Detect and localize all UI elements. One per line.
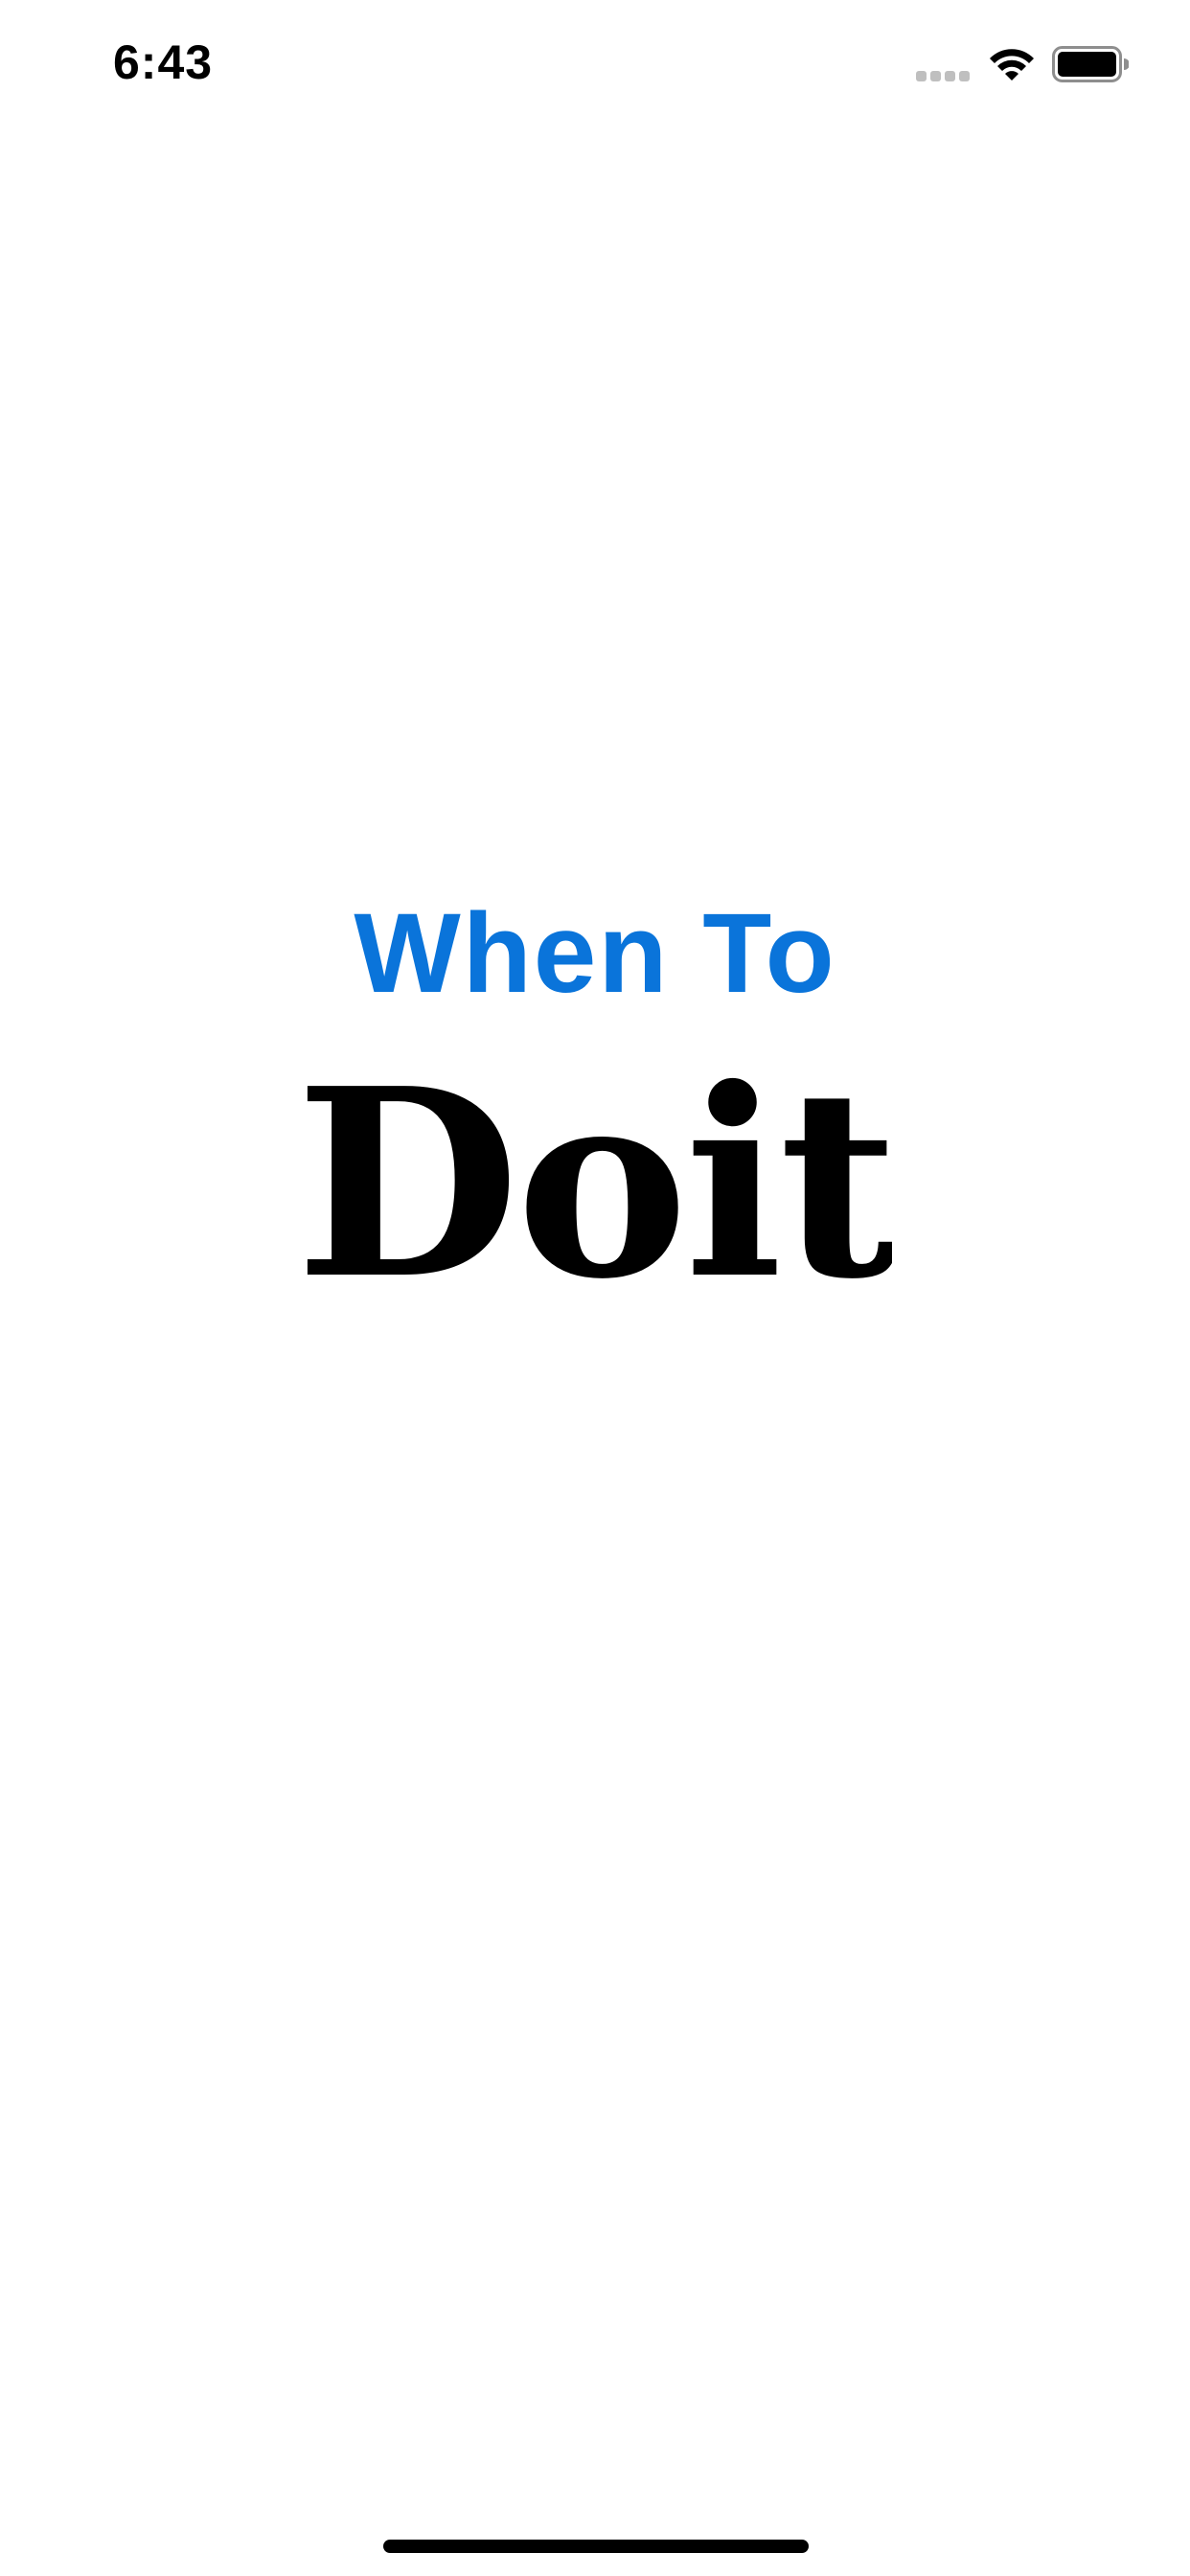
status-time: 6:43 — [113, 35, 214, 89]
cellular-signal-icon — [916, 71, 972, 82]
wifi-icon — [990, 49, 1034, 80]
logo-line-doit: Doit — [298, 1073, 892, 1322]
home-indicator[interactable] — [383, 2540, 809, 2553]
status-bar: 6:43 — [0, 0, 1190, 126]
logo-line-doit-wrapper: Doit — [0, 1073, 1190, 1322]
logo-doit-wordmark: Doit — [298, 1073, 892, 1322]
logo-line-when-to: When To — [354, 890, 836, 1017]
app-logo: When To Doit — [0, 891, 1190, 1332]
battery-icon — [1052, 46, 1129, 82]
